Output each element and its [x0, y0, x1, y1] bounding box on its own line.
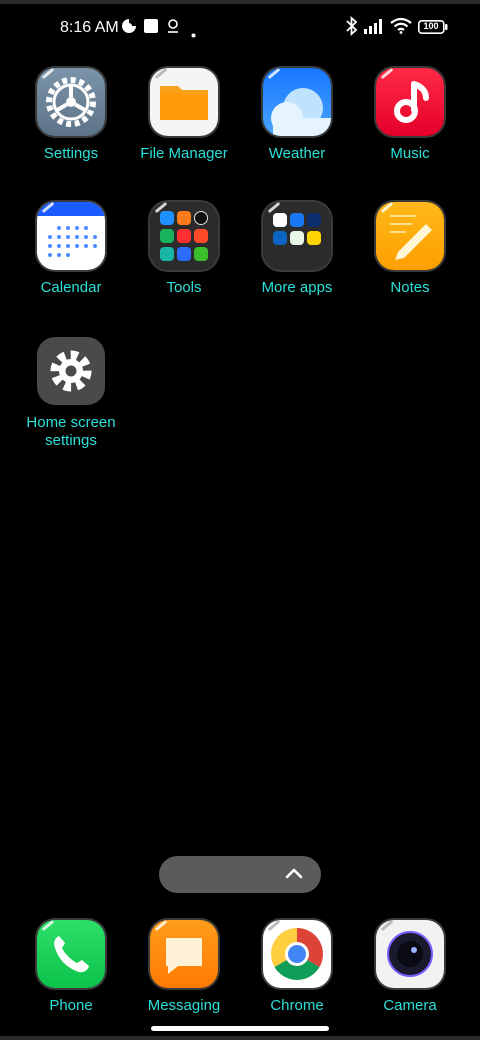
app-drawer-button[interactable]	[159, 856, 321, 893]
app-label: Chrome	[270, 997, 324, 1014]
folder-icon	[150, 68, 218, 136]
settings-gear-icon	[37, 68, 105, 136]
status-time: 8:16 AM	[60, 19, 119, 36]
message-icon	[150, 920, 218, 988]
app-label: Camera	[383, 997, 437, 1014]
app-weather[interactable]: Weather	[241, 68, 353, 163]
tools-folder-icon	[150, 202, 218, 270]
pencil-notes-icon	[376, 202, 444, 270]
signal-icon	[364, 18, 386, 39]
app-label: Weather	[268, 145, 326, 162]
cloud-icon	[263, 68, 331, 136]
battery-level: 100	[423, 21, 439, 31]
app-calendar[interactable]: Calendar	[15, 202, 127, 297]
data-saver-icon	[121, 18, 137, 39]
app-label: Home screen settings	[26, 414, 116, 449]
square-notification-icon	[143, 18, 159, 39]
location-pin-icon	[165, 18, 181, 39]
app-home-screen-settings[interactable]: Home screen settings	[15, 337, 127, 450]
bluetooth-icon	[345, 15, 359, 41]
status-bar: 8:16 AM 100	[0, 0, 480, 56]
dock-messaging[interactable]: Messaging	[128, 920, 240, 1015]
app-label: Music	[390, 145, 430, 162]
folder-label: Tools	[166, 279, 202, 296]
more-apps-folder-icon	[263, 202, 331, 270]
home-gesture-bar[interactable]	[151, 1026, 329, 1031]
app-notes[interactable]: Notes	[354, 202, 466, 297]
calendar-icon	[37, 202, 105, 270]
app-settings[interactable]: Settings	[15, 68, 127, 163]
phone-icon	[37, 920, 105, 988]
folder-label: More apps	[261, 279, 333, 296]
gear-icon	[37, 337, 105, 405]
chevron-up-icon	[285, 868, 303, 879]
app-label: Messaging	[147, 997, 221, 1014]
wifi-icon	[390, 17, 412, 39]
chrome-icon	[263, 920, 331, 988]
app-label: Settings	[43, 145, 99, 162]
app-label: File Manager	[140, 145, 228, 162]
music-note-icon	[376, 68, 444, 136]
dock-chrome[interactable]: Chrome	[241, 920, 353, 1015]
camera-icon	[376, 920, 444, 988]
folder-more-apps[interactable]: More apps	[241, 202, 353, 297]
app-label: Phone	[49, 997, 93, 1014]
dock-phone[interactable]: Phone	[15, 920, 127, 1015]
app-label: Notes	[390, 279, 430, 296]
app-label: Calendar	[40, 279, 102, 296]
dock-camera[interactable]: Camera	[354, 920, 466, 1015]
app-music[interactable]: Music	[354, 68, 466, 163]
screen-bottom-edge	[0, 1036, 480, 1040]
folder-tools[interactable]: Tools	[128, 202, 240, 297]
more-notifications-dot-icon	[191, 25, 196, 43]
app-file-manager[interactable]: File Manager	[128, 68, 240, 163]
battery-icon: 100	[418, 20, 448, 39]
